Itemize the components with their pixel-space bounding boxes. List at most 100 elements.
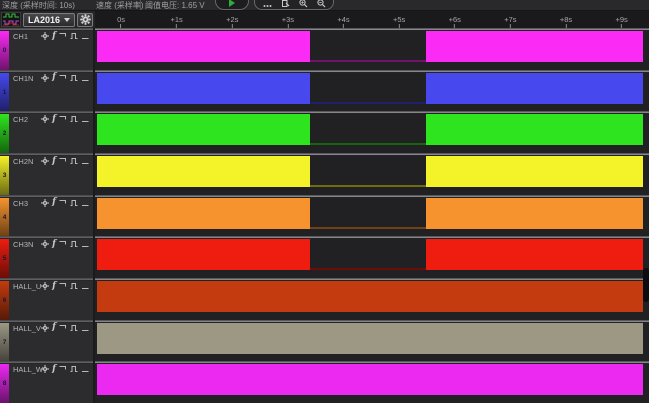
channel-toolbar: f — [41, 73, 89, 83]
trigger-f-icon[interactable]: f — [52, 115, 56, 124]
low-level-icon[interactable] — [81, 365, 89, 373]
waveform-plot[interactable] — [95, 70, 649, 112]
waveform-band-area — [95, 31, 649, 62]
gear-icon[interactable] — [41, 115, 49, 123]
zoom-in-icon[interactable] — [299, 0, 308, 8]
high-level-icon[interactable] — [59, 282, 67, 290]
gear-icon[interactable] — [41, 365, 49, 373]
device-settings-button[interactable] — [77, 13, 93, 27]
pulse-edge-icon[interactable] — [70, 282, 78, 290]
timeline-tick: +6s — [449, 16, 461, 28]
high-level-icon[interactable] — [59, 365, 67, 373]
channel-color-strip: 5 — [0, 239, 9, 278]
channel-index-label: 7 — [3, 339, 7, 346]
low-level-icon[interactable] — [81, 240, 89, 248]
channel-index-label: 0 — [3, 47, 7, 54]
high-level-icon[interactable] — [59, 199, 67, 207]
waveform-plot[interactable] — [95, 236, 649, 278]
low-level-icon[interactable] — [81, 199, 89, 207]
trigger-f-icon[interactable]: f — [52, 240, 56, 249]
channel-toolbar: f — [41, 114, 89, 124]
channel-color-strip: 1 — [0, 73, 9, 112]
trigger-f-icon[interactable]: f — [52, 282, 56, 291]
channel-index-label: 6 — [3, 297, 7, 304]
pulse-edge-icon[interactable] — [70, 157, 78, 165]
gear-icon[interactable] — [41, 199, 49, 207]
channel-row: 6 HALL_U f — [0, 278, 649, 320]
channel-header[interactable]: 1 CH1N f — [0, 70, 95, 112]
waveform-band-area — [95, 239, 649, 270]
channel-header[interactable]: 2 CH2 f — [0, 111, 95, 153]
waveform-plot[interactable] — [95, 28, 649, 70]
timeline-tick: +1s — [171, 16, 183, 28]
waveform-segment-low — [310, 227, 426, 229]
play-icon — [229, 0, 235, 7]
trigger-f-icon[interactable]: f — [52, 73, 56, 82]
channel-header[interactable]: 8 HALL_W f — [0, 361, 95, 403]
channel-index-label: 8 — [3, 380, 7, 387]
channel-header[interactable]: 3 CH2N f — [0, 153, 95, 195]
low-level-icon[interactable] — [81, 32, 89, 40]
pulse-edge-icon[interactable] — [70, 365, 78, 373]
timeline-tick: +5s — [393, 16, 405, 28]
gear-icon[interactable] — [41, 240, 49, 248]
export-icon[interactable] — [281, 0, 290, 8]
channel-name-label: CH3 — [13, 199, 28, 208]
trigger-f-icon[interactable]: f — [52, 198, 56, 207]
pulse-edge-icon[interactable] — [70, 32, 78, 40]
pulse-edge-icon[interactable] — [70, 115, 78, 123]
channel-color-strip: 2 — [0, 114, 9, 153]
low-level-icon[interactable] — [81, 282, 89, 290]
waveform-plot[interactable] — [95, 153, 649, 195]
high-level-icon[interactable] — [59, 115, 67, 123]
logic-analyzer-app: 深度 (采样时间: 10s) 速度 (采样率) 阈值电压: 1.65 V — [0, 0, 649, 403]
waveform-segment-high — [97, 114, 310, 145]
vertical-scrollbar-thumb[interactable] — [643, 268, 649, 302]
low-level-icon[interactable] — [81, 324, 89, 332]
high-level-icon[interactable] — [59, 324, 67, 332]
channel-toolbar: f — [41, 239, 89, 249]
gear-icon[interactable] — [41, 324, 49, 332]
high-level-icon[interactable] — [59, 32, 67, 40]
channel-header[interactable]: 0 CH1 f — [0, 28, 95, 70]
start-capture-button[interactable] — [215, 0, 249, 10]
trigger-f-icon[interactable]: f — [52, 32, 56, 41]
low-level-icon[interactable] — [81, 157, 89, 165]
app-logo-icon — [1, 12, 21, 27]
channel-header[interactable]: 7 HALL_V f — [0, 320, 95, 362]
pulse-edge-icon[interactable] — [70, 324, 78, 332]
waveform-segment-high — [426, 239, 643, 270]
channel-index-label: 4 — [3, 214, 7, 221]
more-options-icon[interactable] — [263, 0, 272, 8]
channel-header[interactable]: 4 CH3 f — [0, 195, 95, 237]
waveform-band-area — [95, 364, 649, 395]
trigger-f-icon[interactable]: f — [52, 365, 56, 374]
device-selector-button[interactable]: LA2016 — [23, 13, 75, 27]
gear-icon[interactable] — [41, 74, 49, 82]
channel-name-label: CH1 — [13, 32, 28, 41]
gear-icon[interactable] — [41, 282, 49, 290]
pulse-edge-icon[interactable] — [70, 199, 78, 207]
gear-icon[interactable] — [41, 32, 49, 40]
waveform-plot[interactable] — [95, 278, 649, 320]
high-level-icon[interactable] — [59, 74, 67, 82]
pulse-edge-icon[interactable] — [70, 240, 78, 248]
low-level-icon[interactable] — [81, 74, 89, 82]
high-level-icon[interactable] — [59, 157, 67, 165]
channel-header[interactable]: 5 CH3N f — [0, 236, 95, 278]
low-level-icon[interactable] — [81, 115, 89, 123]
zoom-out-icon[interactable] — [317, 0, 326, 8]
pulse-edge-icon[interactable] — [70, 74, 78, 82]
waveform-plot[interactable] — [95, 361, 649, 403]
waveform-plot[interactable] — [95, 320, 649, 362]
channel-header[interactable]: 6 HALL_U f — [0, 278, 95, 320]
waveform-plot[interactable] — [95, 111, 649, 153]
trigger-f-icon[interactable]: f — [52, 157, 56, 166]
waveform-segment-high — [426, 156, 643, 187]
trigger-f-icon[interactable]: f — [52, 323, 56, 332]
gear-icon[interactable] — [41, 157, 49, 165]
high-level-icon[interactable] — [59, 240, 67, 248]
waveform-plot[interactable] — [95, 195, 649, 237]
channel-row: 1 CH1N f — [0, 70, 649, 112]
timeline-ruler[interactable]: 0s+1s+2s+3s+4s+5s+6s+7s+8s+9s — [95, 11, 649, 28]
